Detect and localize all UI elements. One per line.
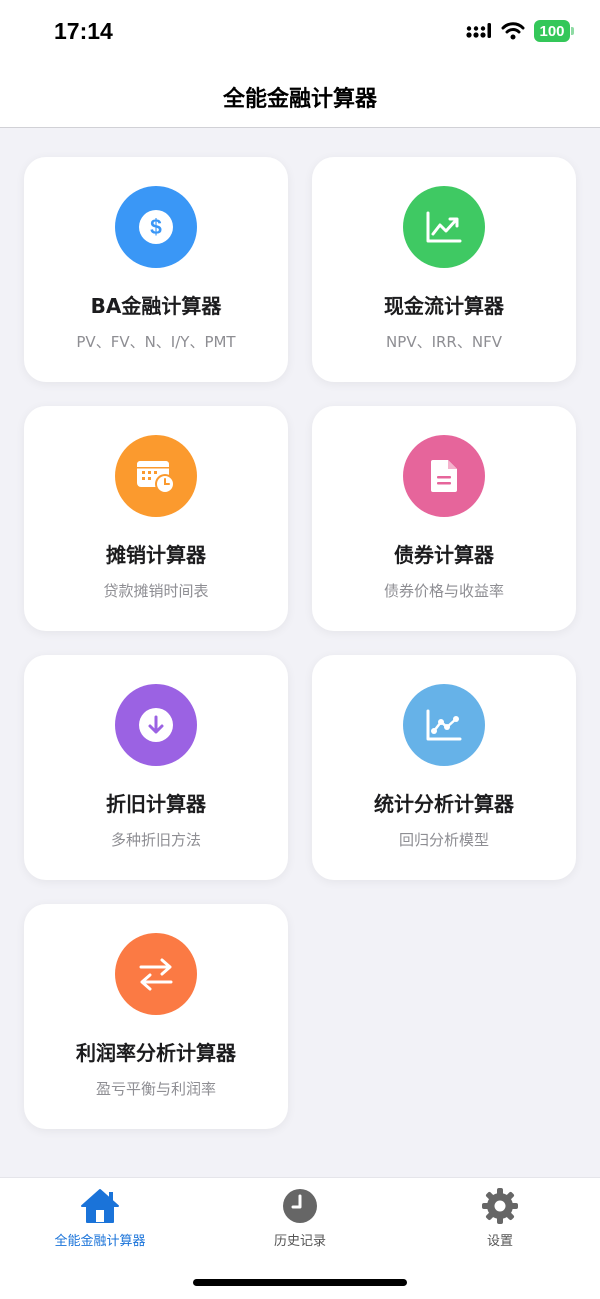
card-icon-circle <box>403 435 485 517</box>
card-title: 债券计算器 <box>394 543 494 567</box>
gear-icon <box>482 1188 518 1224</box>
swap-arrows-icon <box>139 958 173 991</box>
card-cashflow-calculator[interactable]: 现金流计算器 NPV、IRR、NFV <box>312 157 576 382</box>
card-icon-circle: $ <box>115 186 197 268</box>
card-icon-circle <box>115 933 197 1015</box>
card-icon-circle <box>115 684 197 766</box>
tab-history[interactable]: 历史记录 <box>200 1188 400 1249</box>
document-icon <box>431 460 457 492</box>
battery-indicator: 100 <box>534 20 574 42</box>
calculator-grid: $ BA金融计算器 PV、FV、N、I/Y、PMT 现金流计算器 NPV、IRR… <box>24 157 576 1129</box>
card-title: 利润率分析计算器 <box>76 1041 236 1065</box>
card-subtitle: 债券价格与收益率 <box>383 582 504 600</box>
card-title: 摊销计算器 <box>106 543 206 567</box>
cellular-signal-icon <box>466 23 491 38</box>
card-amortization-calculator[interactable]: 摊销计算器 贷款摊销时间表 <box>24 406 288 631</box>
card-bond-calculator[interactable]: 债券计算器 债券价格与收益率 <box>312 406 576 631</box>
card-subtitle: 贷款摊销时间表 <box>103 582 209 600</box>
card-ba-calculator[interactable]: $ BA金融计算器 PV、FV、N、I/Y、PMT <box>24 157 288 382</box>
calendar-clock-icon <box>137 461 175 494</box>
card-statistics-calculator[interactable]: 统计分析计算器 回归分析模型 <box>312 655 576 880</box>
tab-label: 全能金融计算器 <box>54 1234 146 1249</box>
card-title: BA金融计算器 <box>90 294 222 318</box>
tab-settings[interactable]: 设置 <box>400 1188 600 1249</box>
line-chart-icon <box>426 709 462 741</box>
svg-text:$: $ <box>150 216 162 239</box>
card-subtitle: NPV、IRR、NFV <box>386 333 502 351</box>
trending-chart-icon <box>426 211 462 243</box>
card-icon-circle <box>115 435 197 517</box>
card-title: 折旧计算器 <box>106 792 206 816</box>
tab-label: 历史记录 <box>273 1234 326 1249</box>
dollar-icon: $ <box>139 210 173 244</box>
card-icon-circle <box>403 684 485 766</box>
card-icon-circle <box>403 186 485 268</box>
home-icon <box>81 1189 119 1223</box>
clock-icon <box>283 1189 317 1223</box>
page-title: 全能金融计算器 <box>222 86 377 112</box>
card-subtitle: PV、FV、N、I/Y、PMT <box>76 333 236 351</box>
card-title: 现金流计算器 <box>384 294 504 318</box>
card-depreciation-calculator[interactable]: 折旧计算器 多种折旧方法 <box>24 655 288 880</box>
card-title: 统计分析计算器 <box>374 792 514 816</box>
wifi-icon <box>501 22 525 40</box>
status-icons: 100 <box>466 20 574 42</box>
navigation-bar: 全能金融计算器 <box>0 66 600 128</box>
card-profit-margin-calculator[interactable]: 利润率分析计算器 盈亏平衡与利润率 <box>24 904 288 1129</box>
down-arrow-circle-icon <box>139 708 173 742</box>
tab-label: 设置 <box>486 1234 513 1249</box>
home-indicator <box>193 1279 407 1286</box>
card-subtitle: 盈亏平衡与利润率 <box>95 1080 216 1098</box>
status-bar: 17:14 100 <box>0 0 600 66</box>
status-time: 17:14 <box>54 18 113 44</box>
tab-home[interactable]: 全能金融计算器 <box>0 1188 200 1249</box>
card-subtitle: 多种折旧方法 <box>110 831 201 849</box>
card-subtitle: 回归分析模型 <box>398 831 489 849</box>
